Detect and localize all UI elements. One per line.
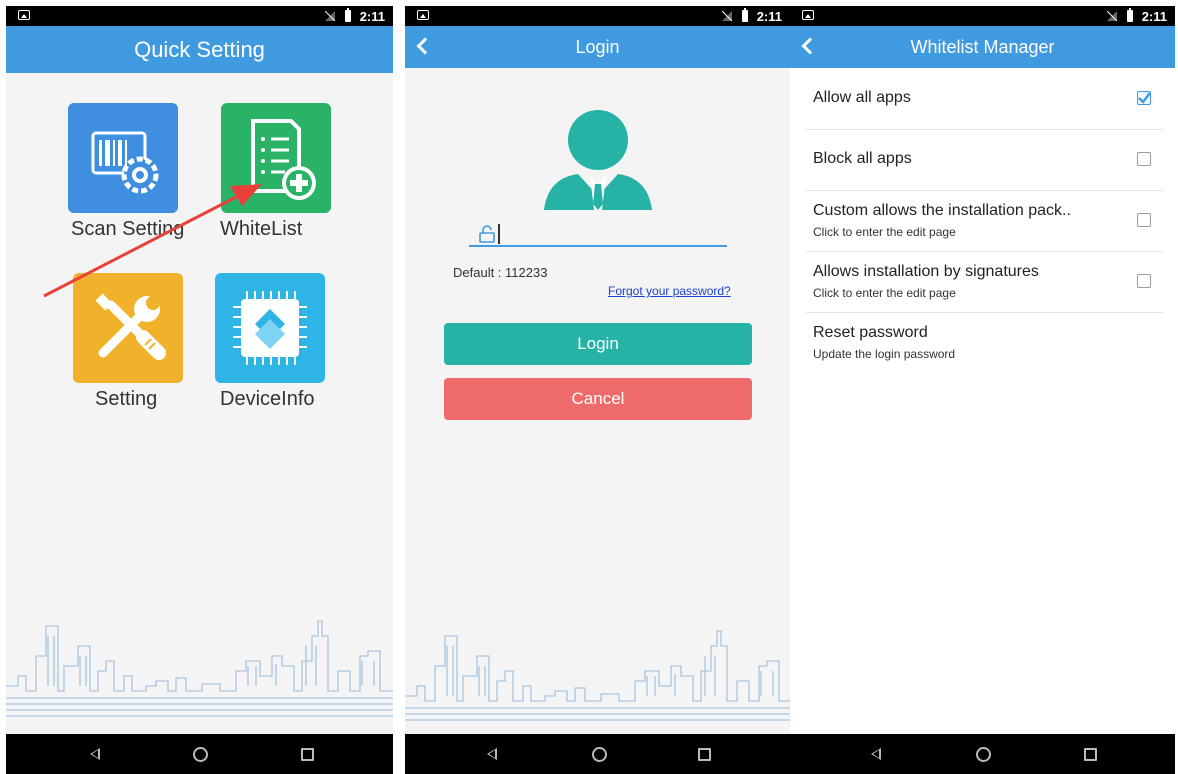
item-subtitle: Click to enter the edit page [813,225,956,239]
nav-back-icon[interactable] [487,748,497,760]
list-item-custom-packages[interactable]: Custom allows the installation pack.. Cl… [806,190,1163,252]
quick-setting-screen: 2:11 Quick Setting Scan Setting WhiteLis… [6,6,393,774]
lock-icon [479,225,495,243]
battery-icon [1127,8,1133,22]
city-skyline-illustration [6,620,393,717]
app-bar: Login [405,26,790,68]
deviceinfo-label: DeviceInfo [220,388,315,410]
image-notification-icon [417,10,429,20]
whitelist-manager-screen: 2:11 Whitelist Manager Allow all apps Bl… [790,6,1175,774]
nav-home-icon[interactable] [976,747,991,762]
list-item-allow-all[interactable]: Allow all apps [806,68,1163,130]
item-title: Allows installation by signatures [813,263,1039,280]
login-screen: 2:11 Login Default : 112233 Forgot your … [405,6,790,774]
item-title: Custom allows the installation pack.. [813,202,1071,219]
custom-packages-checkbox[interactable] [1137,213,1151,227]
password-field-underline[interactable] [469,245,727,247]
item-title: Allow all apps [813,89,911,106]
list-item-block-all[interactable]: Block all apps [806,129,1163,191]
list-item-reset-password[interactable]: Reset password Update the login password [806,312,1163,373]
nav-home-icon[interactable] [592,747,607,762]
status-bar: 2:11 [405,6,790,26]
back-arrow-icon[interactable] [416,37,434,55]
battery-icon [742,8,748,22]
item-subtitle: Click to enter the edit page [813,286,956,300]
signatures-checkbox[interactable] [1137,274,1151,288]
item-subtitle: Update the login password [813,347,956,361]
check-icon [1138,92,1151,104]
status-time: 2:11 [756,9,782,24]
login-button[interactable]: Login [444,323,752,365]
image-notification-icon [802,10,814,20]
nav-back-icon[interactable] [871,748,881,760]
default-password-hint: Default : 112233 [453,265,548,280]
nav-bar [6,734,393,774]
status-bar: 2:11 [790,6,1175,26]
cancel-button[interactable]: Cancel [444,378,752,420]
block-all-checkbox[interactable] [1137,152,1151,166]
no-signal-icon [722,11,732,21]
nav-bar [790,734,1175,774]
nav-home-icon[interactable] [193,747,208,762]
setting-label: Setting [95,388,158,410]
status-time: 2:11 [1141,9,1167,24]
nav-recent-icon[interactable] [698,748,711,761]
nav-back-icon[interactable] [90,748,100,760]
forgot-password-link[interactable]: Forgot your password? [608,284,731,298]
password-input[interactable] [498,224,500,244]
nav-recent-icon[interactable] [1084,748,1097,761]
allow-all-checkbox[interactable] [1137,91,1151,105]
back-arrow-icon[interactable] [801,37,819,55]
no-signal-icon [1107,11,1117,21]
app-bar: Whitelist Manager [790,26,1175,68]
city-skyline-illustration [405,630,790,721]
user-avatar-icon [544,110,652,210]
nav-bar [405,734,790,774]
list-item-signatures[interactable]: Allows installation by signatures Click … [806,251,1163,313]
nav-recent-icon[interactable] [301,748,314,761]
item-title: Reset password [813,324,928,341]
page-title: Whitelist Manager [910,37,1055,57]
pointer-arrow [43,184,262,298]
item-title: Block all apps [813,150,912,167]
page-title: Login [575,37,620,57]
